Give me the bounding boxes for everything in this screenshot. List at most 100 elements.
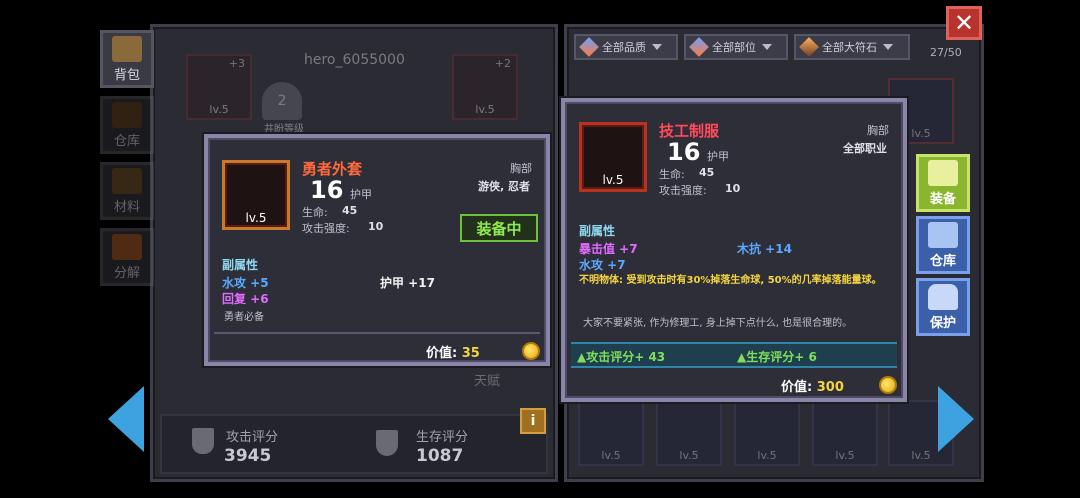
item-value: 价值: 35 [426,342,480,361]
equipped-badge: 装备中 [460,214,538,242]
stat-label: 攻击强度: [302,222,350,235]
rune-filter-label: 全部大符石 [822,41,877,54]
close-button[interactable]: ✕ [946,6,982,40]
disassemble-icon [112,234,142,260]
sub-attr-header: 副属性 [579,224,616,238]
tab-disassemble-label: 分解 [113,266,140,281]
slot-filter[interactable]: 全部部位 [684,34,788,60]
attack-score-label: 攻击评分 [226,430,279,445]
rank-title: 井盼等级 [264,124,304,135]
materials-icon [112,168,142,194]
stat-label: 攻击强度: [659,184,707,197]
sub-attr: 水攻 +7 [579,258,626,272]
tab-protect[interactable]: 保护 [916,278,970,336]
storage-icon [928,222,958,248]
tab-materials[interactable]: 材料 [100,162,154,220]
value-label: 价值: [781,380,813,395]
stat-value: 10 [368,220,384,233]
prev-arrow-button[interactable] [108,386,144,452]
attack-score-delta: ▲攻击评分+ 43 [577,350,666,364]
item-icon-uniform: lv.5 [579,122,647,192]
tab-storage[interactable]: 仓库 [916,216,970,274]
shield-icon [376,430,398,456]
slot-level: lv.5 [475,103,495,116]
survive-score-delta: ▲生存评分+ 6 [737,350,817,364]
slot-filter-label: 全部部位 [712,41,756,54]
tab-warehouse-label: 仓库 [113,134,140,149]
quality-filter[interactable]: 全部品质 [574,34,678,60]
item-flavor: 大家不要紧张, 作为修理工, 身上掉下点什么, 也是很合理的。 [583,318,853,329]
lock-icon [928,284,958,310]
item-icon-level: lv.5 [602,173,624,187]
talent-label: 天赋 [474,374,501,389]
slot-level: lv.5 [679,449,699,462]
coin-icon [879,376,897,394]
quality-filter-label: 全部品质 [602,41,646,54]
equipped-item-tooltip: lv.5 勇者外套 16 护甲 胸部 游侠, 忍者 生命: 45 攻击强度: 1… [204,134,550,366]
chevron-down-icon [883,44,893,50]
special-effect: 不明物体: 受到攻击时有30%掉落生命球, 50%的几率掉落能量球。 [579,275,882,286]
stats-bar [160,414,548,474]
divider [214,332,540,334]
slot-level: lv.5 [911,449,931,462]
item-flavor: 勇者必备 [224,312,264,323]
gem-icon [689,37,709,57]
slot-plus: +2 [494,57,511,70]
stat-value: 45 [342,204,358,217]
tab-equipment[interactable]: 装备 [916,154,970,212]
stat-label: 生命: [302,206,328,219]
tab-backpack-label: 背包 [113,68,140,83]
armor-icon [928,160,958,186]
tab-protect-label: 保护 [929,316,956,331]
item-level: 16 [667,138,701,166]
value-amount: 35 [461,346,480,361]
item-value: 价值: 300 [781,376,844,395]
slot-level: lv.5 [757,449,777,462]
inventory-slot[interactable]: lv.5 [734,400,800,466]
item-type: 护甲 [350,188,372,201]
rank-badge: 2 [262,82,302,120]
tab-storage-label: 仓库 [929,254,956,269]
inventory-slot[interactable]: lv.5 [656,400,722,466]
rune-icon [799,37,819,57]
survive-score-value: 1087 [416,446,464,466]
rune-filter[interactable]: 全部大符石 [794,34,910,60]
sub-attr: 木抗 +14 [737,242,792,256]
compare-item-tooltip: lv.5 技工制服 16 护甲 胸部 全部职业 生命: 45 攻击强度: 10 … [561,98,907,402]
gem-icon [579,37,599,57]
slot-plus: +3 [228,57,245,70]
inventory-slot[interactable]: lv.5 [578,400,644,466]
attack-score-value: 3945 [224,446,272,466]
item-classes: 游侠, 忍者 [478,180,531,193]
tab-equipment-label: 装备 [929,192,956,207]
sub-attr: 回复 +6 [222,292,269,306]
stat-label: 生命: [659,168,685,181]
headphone-slot[interactable]: +3 lv.5 [186,54,252,120]
stat-value: 10 [725,182,741,195]
stat-value: 45 [699,166,715,179]
chevron-down-icon [652,44,662,50]
item-classes: 全部职业 [843,142,887,155]
slot-level: lv.5 [835,449,855,462]
item-slot: 胸部 [510,162,532,175]
item-icon-coat: lv.5 [222,160,290,230]
tab-materials-label: 材料 [113,200,140,215]
next-arrow-button[interactable] [938,386,974,452]
item-type: 护甲 [707,150,729,163]
tab-disassemble[interactable]: 分解 [100,228,154,286]
item-icon-level: lv.5 [245,211,267,225]
tab-warehouse[interactable]: 仓库 [100,96,154,154]
value-label: 价值: [426,346,458,361]
slot-level: lv.5 [209,103,229,116]
inventory-slot[interactable]: lv.5 [812,400,878,466]
slot-level: lv.5 [911,127,931,140]
hero-name: hero_6055000 [304,52,405,68]
survive-score-label: 生存评分 [416,430,469,445]
sword-icon [192,428,214,454]
necklace-slot[interactable]: +2 lv.5 [452,54,518,120]
info-button[interactable]: i [520,408,546,434]
tab-backpack[interactable]: 背包 [100,30,154,88]
sub-attr: 暴击值 +7 [579,242,638,256]
score-band: ▲攻击评分+ 43 ▲生存评分+ 6 [571,342,897,368]
sub-attr: 护甲 +17 [380,276,435,290]
